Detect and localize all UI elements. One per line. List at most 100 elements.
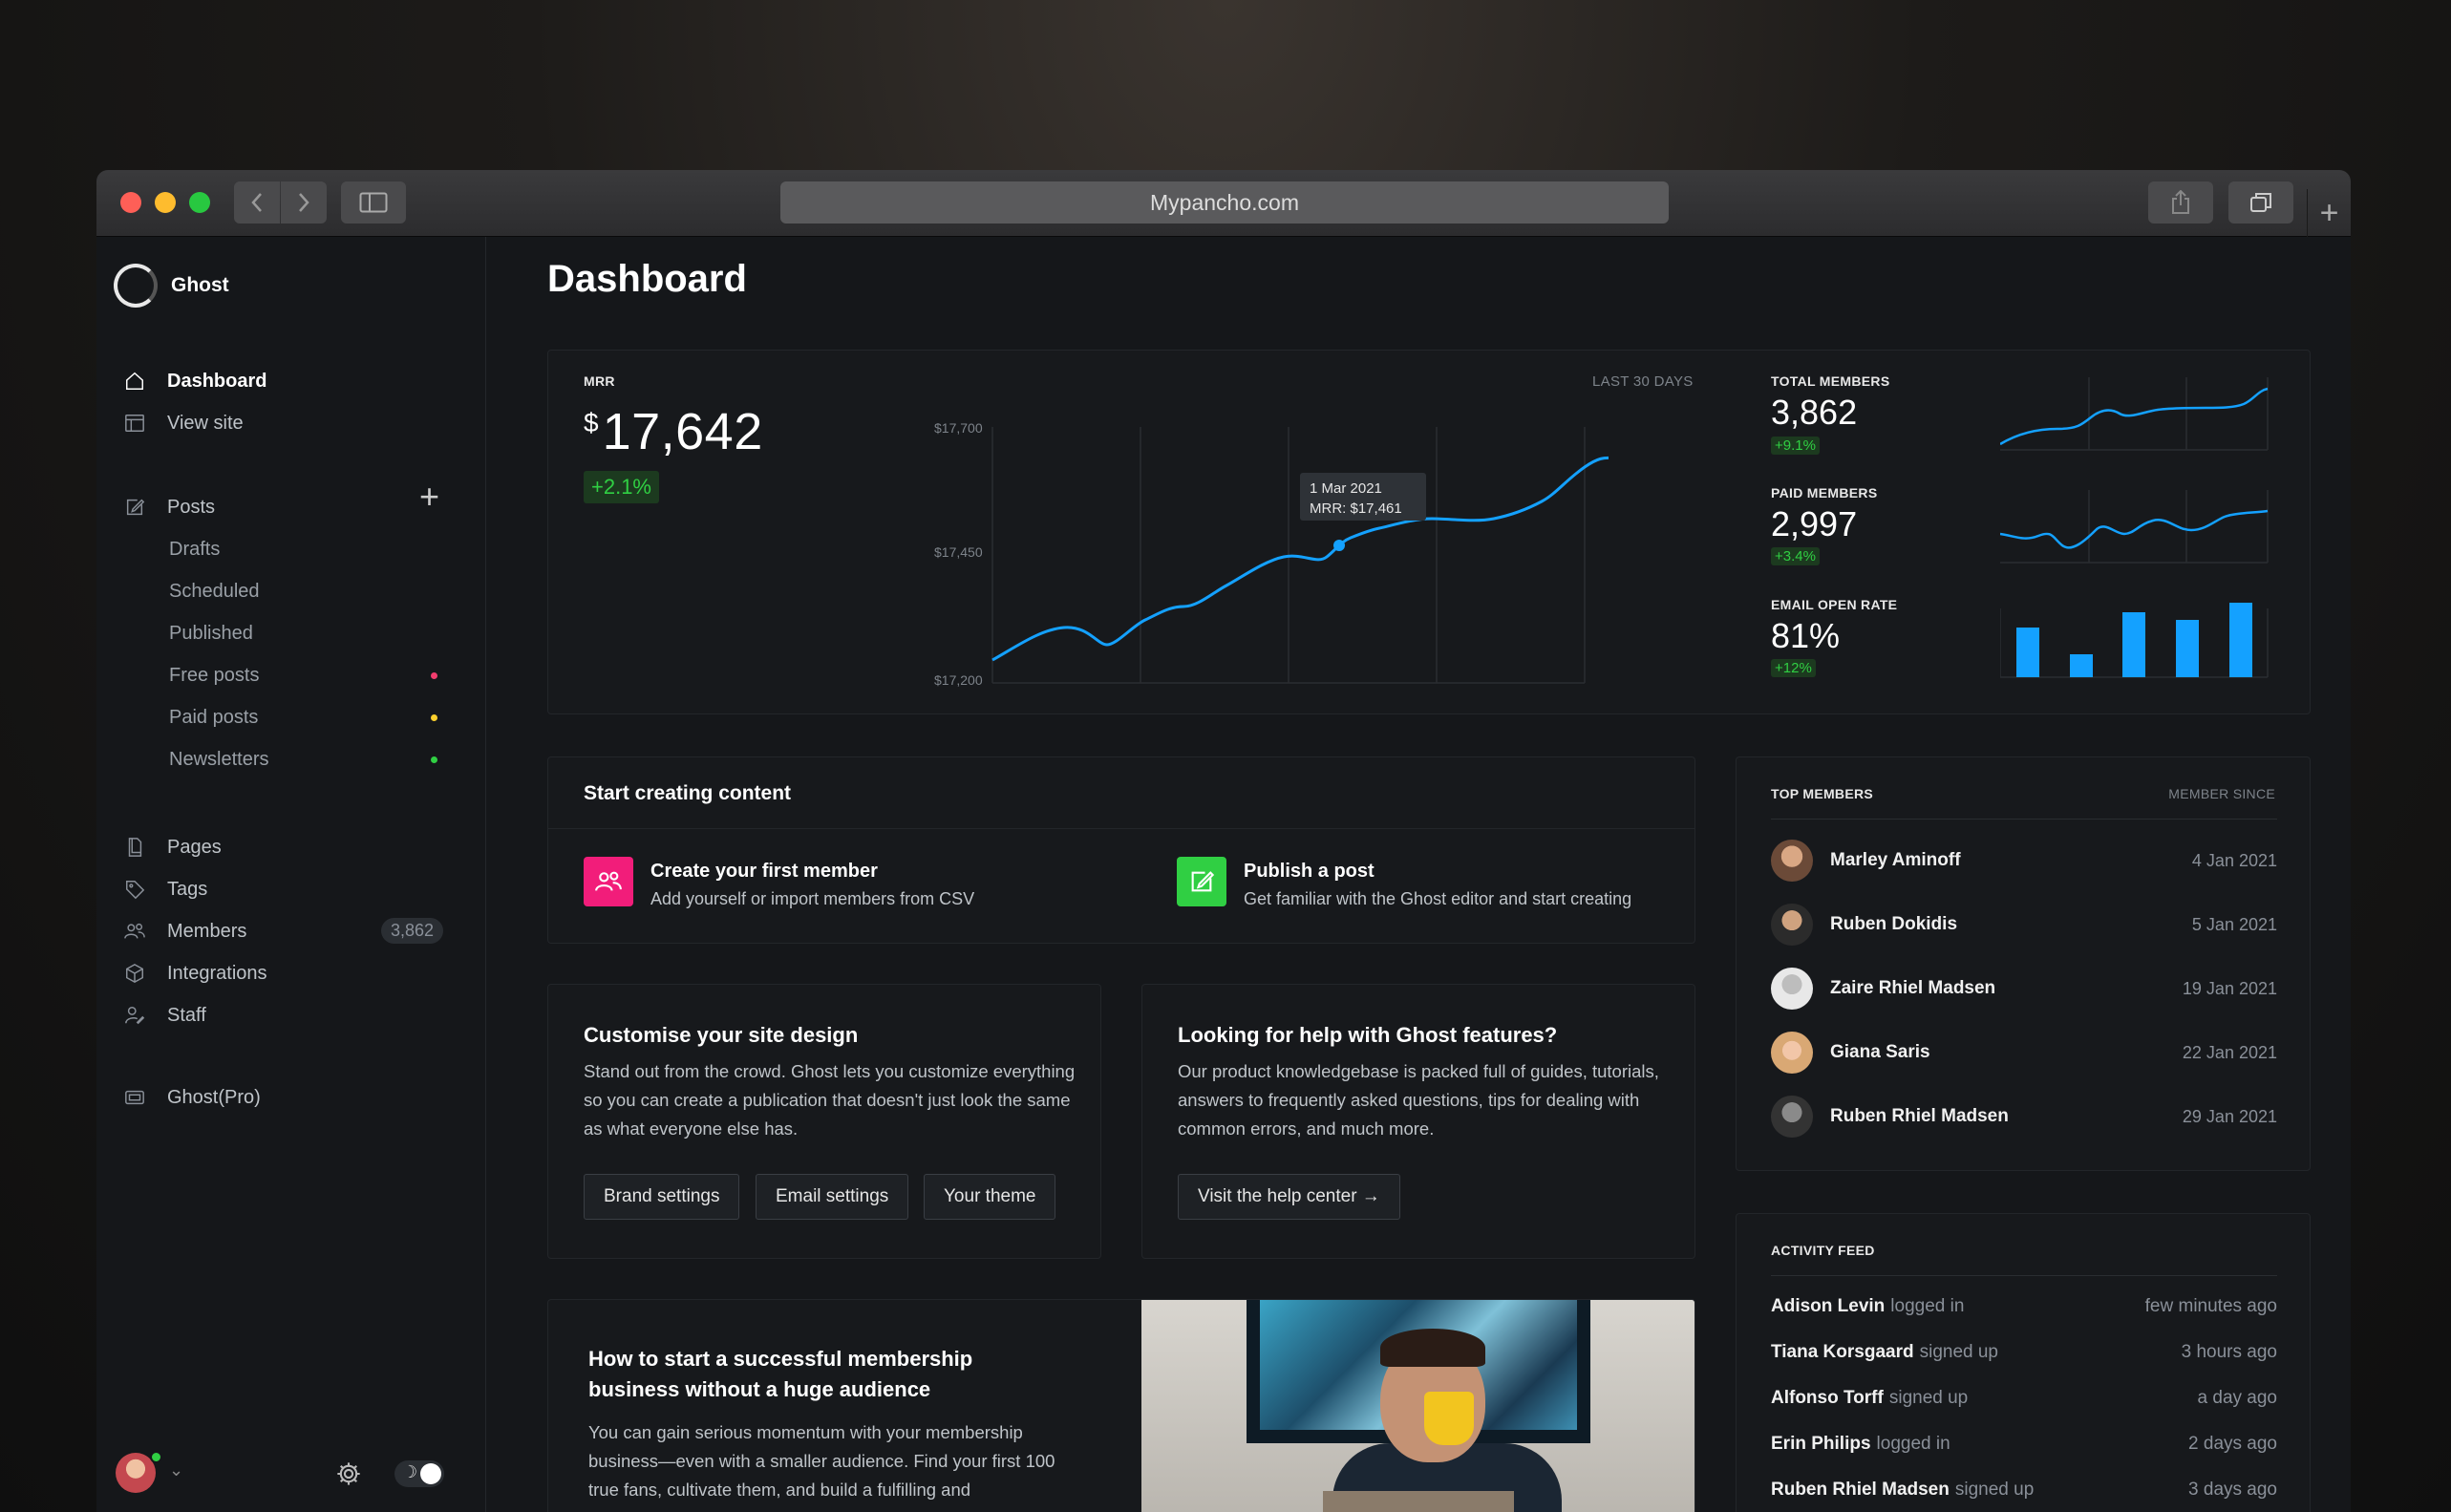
publish-post-item[interactable]: Publish a post Get familiar with the Gho… [1177,857,1673,914]
brand[interactable]: Ghost [114,264,229,308]
member-date: 4 Jan 2021 [2191,850,2277,870]
activity-row[interactable]: Tiana Korsgaard signed up 3 hours ago [1771,1338,2277,1367]
sidebar-item-label: Members [167,920,247,942]
browser-window: Mypancho.com + Ghost Dashboard View site… [96,170,2351,1512]
top-member-row[interactable]: Ruben Dokidis 5 Jan 2021 [1771,904,2277,946]
tabs-icon [2250,193,2271,212]
sidebar-item-posts[interactable]: Posts [123,493,215,522]
email-open-rate-bar-chart [2000,603,2269,678]
divider [548,828,1694,829]
pro-icon [123,1086,146,1109]
sidebar-item-tags[interactable]: Tags [123,875,207,904]
tooltip-date: 1 Mar 2021 [1310,480,1382,497]
item-title: Publish a post [1244,861,1375,882]
sidebar-item-label: Ghost(Pro) [167,1086,261,1108]
activity-row[interactable]: Adison Levin logged in few minutes ago [1771,1292,2277,1321]
edit-icon [1177,857,1226,906]
browser-titlebar: Mypancho.com + [96,170,2351,237]
member-date: 5 Jan 2021 [2191,914,2277,934]
sidebar-item-view-site[interactable]: View site [123,409,244,437]
tooltip-value: MRR: $17,461 [1310,500,1402,517]
item-desc: Get familiar with the Ghost editor and s… [1244,889,1632,908]
dark-mode-toggle[interactable]: ☽ [394,1460,444,1487]
sidebar-item-integrations[interactable]: Integrations [123,959,267,988]
card-title: TOP MEMBERS [1771,786,1874,801]
top-member-row[interactable]: Marley Aminoff 4 Jan 2021 [1771,840,2277,882]
member-date: 22 Jan 2021 [2182,1042,2277,1062]
create-member-item[interactable]: Create your first member Add yourself or… [584,857,1099,914]
maximize-window-button[interactable] [189,192,210,213]
sidebar-item-free-posts[interactable]: Free posts [169,661,259,690]
stat-value: 3,862 [1771,393,1858,432]
top-member-row[interactable]: Ruben Rhiel Madsen 29 Jan 2021 [1771,1096,2277,1138]
activity-name: Ruben Rhiel Madsen [1771,1480,1950,1500]
members-count-badge: 3,862 [381,918,444,944]
sidebar-item-published[interactable]: Published [169,619,253,648]
sidebar-item-scheduled[interactable]: Scheduled [169,577,260,606]
page-title: Dashboard [547,258,747,300]
sidebar-item-staff[interactable]: Staff [123,1001,206,1030]
new-tab-button[interactable]: + [2307,189,2351,237]
activity-verb: logged in [1890,1296,1965,1316]
sidebar-icon [359,192,388,213]
moon-icon: ☽ [402,1462,418,1481]
member-name: Zaire Rhiel Madsen [1830,978,1996,998]
top-members-card: TOP MEMBERS MEMBER SINCE Marley Aminoff … [1736,756,2311,1171]
brand-settings-button[interactable]: Brand settings [584,1174,740,1220]
email-settings-button[interactable]: Email settings [756,1174,909,1220]
brand-logo [114,264,158,308]
divider [1771,1275,2277,1276]
activity-feed-card: ACTIVITY FEED Adison Levin logged in few… [1736,1213,2311,1512]
activity-name: Erin Philips [1771,1434,1871,1454]
sidebar-item-pages[interactable]: Pages [123,833,222,862]
top-member-row[interactable]: Zaire Rhiel Madsen 19 Jan 2021 [1771,968,2277,1010]
sidebar-item-ghost-pro[interactable]: Ghost(Pro) [123,1083,261,1112]
top-member-row[interactable]: Giana Saris 22 Jan 2021 [1771,1032,2277,1074]
tabs-overview-button[interactable] [2228,181,2293,224]
help-card: Looking for help with Ghost features? Ou… [1141,984,1695,1259]
sidebar-item-members[interactable]: Members [123,917,246,946]
sidebar-item-label: Dashboard [167,370,267,392]
sidebar-toggle-button[interactable] [341,181,406,224]
member-name: Ruben Dokidis [1830,914,1958,934]
sidebar-item-drafts[interactable]: Drafts [169,535,220,564]
avatar [1771,840,1813,882]
pencil-icon [123,496,146,519]
settings-button[interactable] [335,1460,362,1487]
tooltip-point[interactable] [1333,540,1345,551]
gear-icon [337,1462,360,1485]
minimize-window-button[interactable] [155,192,176,213]
stat-change-badge: +3.4% [1771,547,1820,565]
bar [2070,654,2093,677]
activity-row[interactable]: Alfonso Torff signed up a day ago [1771,1384,2277,1413]
y-tick-label: $17,450 [934,544,983,560]
close-window-button[interactable] [120,192,141,213]
sidebar-item-newsletters[interactable]: Newsletters [169,745,268,774]
url-bar[interactable]: Mypancho.com [780,181,1669,224]
forward-button[interactable] [281,181,327,224]
card-body: Our product knowledgebase is packed full… [1178,1061,1659,1139]
activity-row[interactable]: Erin Philips logged in 2 days ago [1771,1430,2277,1459]
plus-icon: + [419,477,440,516]
mrr-label: MRR [584,373,615,389]
share-button[interactable] [2148,181,2213,224]
chevron-down-icon[interactable]: ⌄ [169,1460,183,1480]
sidebar-item-paid-posts[interactable]: Paid posts [169,703,258,732]
sidebar-item-dashboard[interactable]: Dashboard [123,367,266,395]
sidebar-item-label: View site [167,412,244,434]
bar [2176,620,2199,677]
back-button[interactable] [234,181,280,224]
home-icon [123,370,146,393]
your-theme-button[interactable]: Your theme [924,1174,1056,1220]
article-card[interactable]: How to start a successful membership bus… [547,1299,1695,1512]
members-icon [123,920,146,943]
new-post-button[interactable]: + [419,479,439,514]
member-name: Ruben Rhiel Madsen [1830,1106,2009,1126]
visit-help-center-button[interactable]: Visit the help center → [1178,1174,1400,1220]
free-posts-dot [431,672,437,679]
avatar [1771,904,1813,946]
sparkline-path [2000,387,2269,446]
mrr-change-badge: +2.1% [584,471,659,503]
sidebar-item-label: Integrations [167,962,267,984]
activity-row[interactable]: Ruben Rhiel Madsen signed up 3 days ago [1771,1476,2277,1504]
